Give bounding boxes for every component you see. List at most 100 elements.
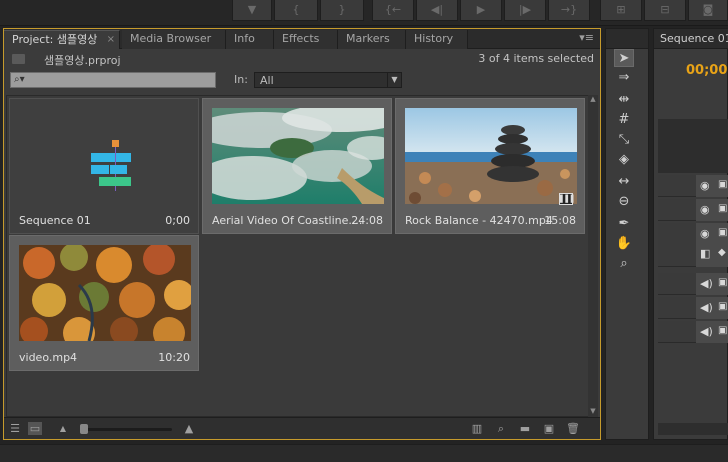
zoom-in-icon[interactable]: ▲: [180, 422, 198, 435]
list-view-icon[interactable]: ☰: [8, 422, 22, 435]
sequence-timecode[interactable]: 00;00;: [686, 63, 728, 78]
in-filter-select[interactable]: All ▼: [254, 72, 402, 88]
go-to-in-button[interactable]: {←: [372, 0, 414, 21]
automate-to-sequence-icon[interactable]: ▥: [470, 422, 484, 435]
zoom-slider-handle[interactable]: [80, 424, 88, 434]
film-icon[interactable]: ▣: [718, 301, 727, 312]
track-v2: ◉ ▣: [658, 199, 728, 221]
zoom-tool-icon[interactable]: ⌕: [614, 255, 634, 273]
tab-markers[interactable]: Markers: [338, 30, 406, 49]
selection-tool-icon[interactable]: ➤: [614, 49, 634, 67]
track-v3: ◉ ▣: [658, 175, 728, 197]
keyframe-icon[interactable]: ◧: [700, 247, 710, 260]
rolling-edit-tool-icon[interactable]: #: [614, 111, 634, 129]
track-v1: ◉ ▣ ◧ ◆: [658, 223, 728, 267]
trash-icon[interactable]: 🗑: [566, 422, 580, 435]
tools-header: [606, 29, 648, 49]
play-button[interactable]: ▶: [460, 0, 502, 21]
go-to-out-button[interactable]: →}: [548, 0, 590, 21]
track-a1: ◀) ▣: [658, 273, 728, 295]
ripple-edit-tool-icon[interactable]: ⇹: [614, 91, 634, 109]
step-forward-button[interactable]: |▶: [504, 0, 546, 21]
track-select-tool-icon[interactable]: ⇒: [614, 69, 634, 87]
project-bottom-bar: ☰ ▭ ▲ ▲ ▥ ⌕ ▬ ▣ 🗑: [4, 417, 600, 439]
speaker-icon[interactable]: ◀): [700, 301, 713, 314]
zoom-out-icon[interactable]: ▲: [56, 422, 70, 435]
find-icon[interactable]: ⌕: [494, 422, 508, 435]
scroll-down-icon[interactable]: ▼: [588, 407, 598, 417]
project-item-sequence[interactable]: Sequence 01 0;00: [9, 98, 199, 234]
status-bar: [0, 444, 728, 462]
tab-project[interactable]: Project: 샘플영상 ×: [4, 30, 120, 49]
item-duration: 24:08: [351, 214, 383, 227]
marker-button[interactable]: ▼: [232, 0, 272, 21]
icon-view-icon[interactable]: ▭: [28, 422, 42, 435]
mark-in-button[interactable]: {: [274, 0, 318, 21]
item-name: Rock Balance - 42470.mp4: [405, 214, 553, 227]
in-label: In:: [234, 73, 248, 86]
project-vertical-scrollbar[interactable]: ▲ ▼: [588, 95, 598, 417]
search-input[interactable]: ⌕▾: [10, 72, 216, 88]
eye-icon[interactable]: ◉: [700, 227, 710, 240]
project-items-grid: Sequence 01 0;00 Aerial Video Of Coastli…: [6, 95, 590, 417]
speaker-icon[interactable]: ◀): [700, 325, 713, 338]
folder-icon: [12, 54, 25, 64]
razor-tool-icon[interactable]: ◈: [614, 151, 634, 169]
slide-tool-icon[interactable]: ⊖: [614, 193, 634, 211]
in-filter-value: All: [260, 74, 274, 87]
speaker-icon[interactable]: ◀): [700, 277, 713, 290]
tab-effects[interactable]: Effects: [274, 30, 338, 49]
timeline-ruler[interactable]: [658, 119, 728, 173]
rate-stretch-tool-icon[interactable]: ⤡: [614, 131, 634, 149]
tab-info[interactable]: Info: [226, 30, 274, 49]
new-bin-icon[interactable]: ▬: [518, 422, 532, 435]
item-duration: 10:20: [158, 351, 190, 364]
step-back-button[interactable]: ◀|: [416, 0, 458, 21]
project-tabs: Project: 샘플영상 × Media Browser Info Effec…: [4, 29, 600, 49]
sequence-horizontal-scrollbar[interactable]: [658, 423, 728, 435]
tab-label: Effects: [282, 32, 320, 45]
item-name: Aerial Video Of Coastline....: [212, 214, 363, 227]
eye-icon[interactable]: ◉: [700, 179, 710, 192]
tab-label: Media Browser: [130, 32, 212, 45]
project-item-rock-balance[interactable]: ▌▌▌ Rock Balance - 42470.mp4 15:08: [395, 98, 585, 234]
project-item-video[interactable]: video.mp4 10:20: [9, 235, 199, 371]
film-icon[interactable]: ▣: [718, 277, 727, 288]
project-item-aerial-video[interactable]: Aerial Video Of Coastline.... 24:08: [202, 98, 392, 234]
aerial-video-thumbnail: [212, 108, 384, 204]
close-icon[interactable]: ×: [107, 31, 115, 49]
mark-out-button[interactable]: }: [320, 0, 364, 21]
film-icon[interactable]: ▣: [718, 203, 727, 214]
video-thumbnail: [19, 245, 191, 341]
item-duration: 0;00: [165, 214, 190, 227]
tab-media-browser[interactable]: Media Browser: [122, 30, 226, 49]
project-header: 샘플영상.prproj 3 of 4 items selected: [4, 50, 600, 70]
eye-icon[interactable]: ◉: [700, 203, 710, 216]
sequence-tab[interactable]: Sequence 01: [654, 29, 728, 49]
tab-history[interactable]: History: [406, 30, 468, 49]
item-name: Sequence 01: [19, 214, 91, 227]
new-item-icon[interactable]: ▣: [542, 422, 556, 435]
film-icon[interactable]: ▣: [718, 179, 727, 190]
sequence-panel: Sequence 01 00;00; ◉ ▣ ◉ ▣ ◉ ▣ ◧ ◆ ◀) ▣ ◀) ▣ ◀)…: [653, 28, 728, 440]
lift-button[interactable]: ⊞: [600, 0, 642, 21]
panel-menu-icon[interactable]: ▾≡: [579, 31, 594, 44]
zoom-slider-track[interactable]: [80, 428, 172, 431]
extract-button[interactable]: ⊟: [644, 0, 686, 21]
diamond-icon[interactable]: ◆: [718, 247, 726, 258]
scroll-up-icon[interactable]: ▲: [588, 95, 598, 105]
slip-tool-icon[interactable]: ↔: [614, 173, 634, 191]
sequence-tab-title: Sequence 01: [660, 32, 728, 45]
track-a2: ◀) ▣: [658, 297, 728, 319]
hand-tool-icon[interactable]: ✋: [614, 235, 634, 253]
film-icon[interactable]: ▣: [718, 325, 727, 336]
project-file-name: 샘플영상.prproj: [44, 54, 121, 67]
film-icon[interactable]: ▣: [718, 227, 727, 238]
top-toolbar: ▼ { } {← ◀| ▶ |▶ →} ⊞ ⊟ ◙: [0, 0, 728, 26]
project-panel: Project: 샘플영상 × Media Browser Info Effec…: [3, 28, 601, 440]
pen-tool-icon[interactable]: ✒: [614, 215, 634, 233]
tab-label: Info: [234, 32, 255, 45]
chevron-down-icon: ▼: [387, 73, 401, 87]
tab-label: History: [414, 32, 454, 45]
export-frame-button[interactable]: ◙: [688, 0, 728, 21]
